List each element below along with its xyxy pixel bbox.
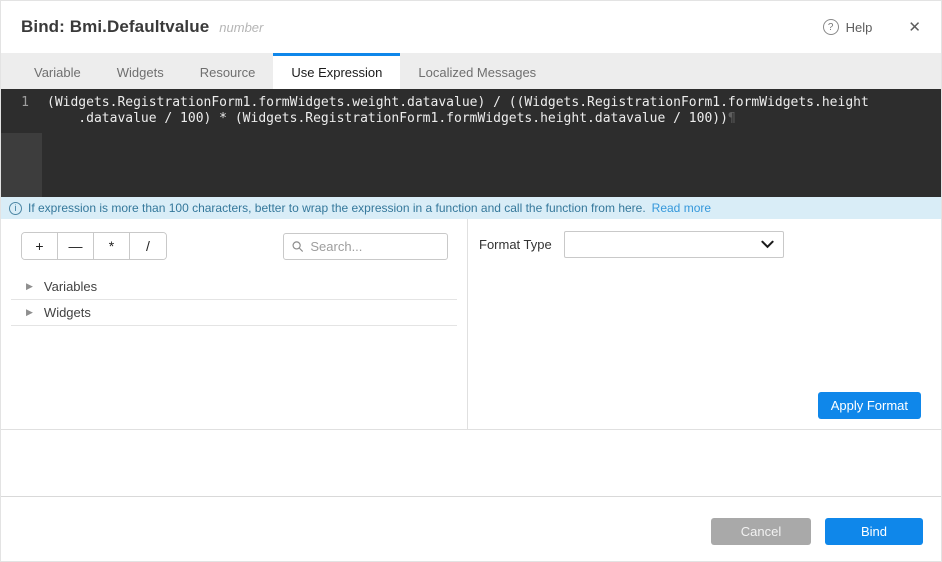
format-panel: Format Type Apply Format xyxy=(468,219,941,429)
tab-variable[interactable]: Variable xyxy=(16,53,99,89)
tab-use-expression[interactable]: Use Expression xyxy=(273,53,401,89)
expression-editor[interactable]: 1 (Widgets.RegistrationForm1.formWidgets… xyxy=(1,89,941,197)
end-of-line-mark: ¶ xyxy=(727,111,736,126)
divide-operator-button[interactable]: / xyxy=(130,233,166,259)
tree-item-variables[interactable]: ▶ Variables xyxy=(11,274,457,300)
line-number: 1 xyxy=(1,89,42,133)
cancel-button[interactable]: Cancel xyxy=(711,518,811,545)
expand-caret-icon[interactable]: ▶ xyxy=(26,307,33,318)
code-line-2: .datavalue / 100) * (Widgets.Registratio… xyxy=(47,111,728,126)
dialog-type-hint: number xyxy=(219,19,264,35)
close-icon[interactable]: ✕ xyxy=(908,20,921,35)
help-label: Help xyxy=(845,19,873,35)
search-box[interactable] xyxy=(283,232,448,260)
tab-widgets[interactable]: Widgets xyxy=(99,53,182,89)
format-type-row: Format Type xyxy=(468,231,941,258)
format-type-select[interactable] xyxy=(564,231,784,258)
bind-button[interactable]: Bind xyxy=(825,518,923,545)
tab-localized-messages[interactable]: Localized Messages xyxy=(400,53,554,89)
info-icon: i xyxy=(9,201,22,215)
expression-builder-panel: + — * / ▶ Variables ▶ xyxy=(1,219,468,429)
preview-section xyxy=(1,430,941,497)
binding-source-tree: ▶ Variables ▶ Widgets xyxy=(1,274,467,326)
tab-bar: Variable Widgets Resource Use Expression… xyxy=(1,53,941,89)
plus-operator-button[interactable]: + xyxy=(22,233,58,259)
multiply-operator-button[interactable]: * xyxy=(94,233,130,259)
apply-format-button[interactable]: Apply Format xyxy=(817,392,921,419)
builder-toolbar: + — * / xyxy=(21,232,448,260)
chevron-down-icon xyxy=(761,240,774,249)
search-icon xyxy=(292,240,304,252)
info-bar: i If expression is more than 100 charact… xyxy=(1,197,941,219)
operator-group: + — * / xyxy=(21,232,167,260)
dialog-header: Bind: Bmi.Defaultvalue number ? Help ✕ xyxy=(1,1,941,53)
tree-item-label: Variables xyxy=(43,279,98,294)
tree-item-widgets[interactable]: ▶ Widgets xyxy=(11,300,457,326)
minus-operator-button[interactable]: — xyxy=(58,233,94,259)
code-line-1: (Widgets.RegistrationForm1.formWidgets.w… xyxy=(47,95,869,110)
dialog-footer: Cancel Bind xyxy=(1,497,941,561)
expression-code[interactable]: (Widgets.RegistrationForm1.formWidgets.w… xyxy=(47,95,941,127)
tab-resource[interactable]: Resource xyxy=(182,53,274,89)
info-message: If expression is more than 100 character… xyxy=(28,201,646,215)
dialog-title: Bind: Bmi.Defaultvalue xyxy=(21,17,210,36)
help-icon: ? xyxy=(822,19,839,35)
tree-item-label: Widgets xyxy=(43,305,91,320)
help-button[interactable]: ? Help xyxy=(822,19,873,35)
read-more-link[interactable]: Read more xyxy=(652,201,711,215)
bind-dialog: Bind: Bmi.Defaultvalue number ? Help ✕ V… xyxy=(0,0,942,562)
format-type-label: Format Type xyxy=(479,237,552,252)
dialog-body: + — * / ▶ Variables ▶ xyxy=(1,219,941,430)
search-input[interactable] xyxy=(310,238,439,254)
expand-caret-icon[interactable]: ▶ xyxy=(26,281,33,292)
